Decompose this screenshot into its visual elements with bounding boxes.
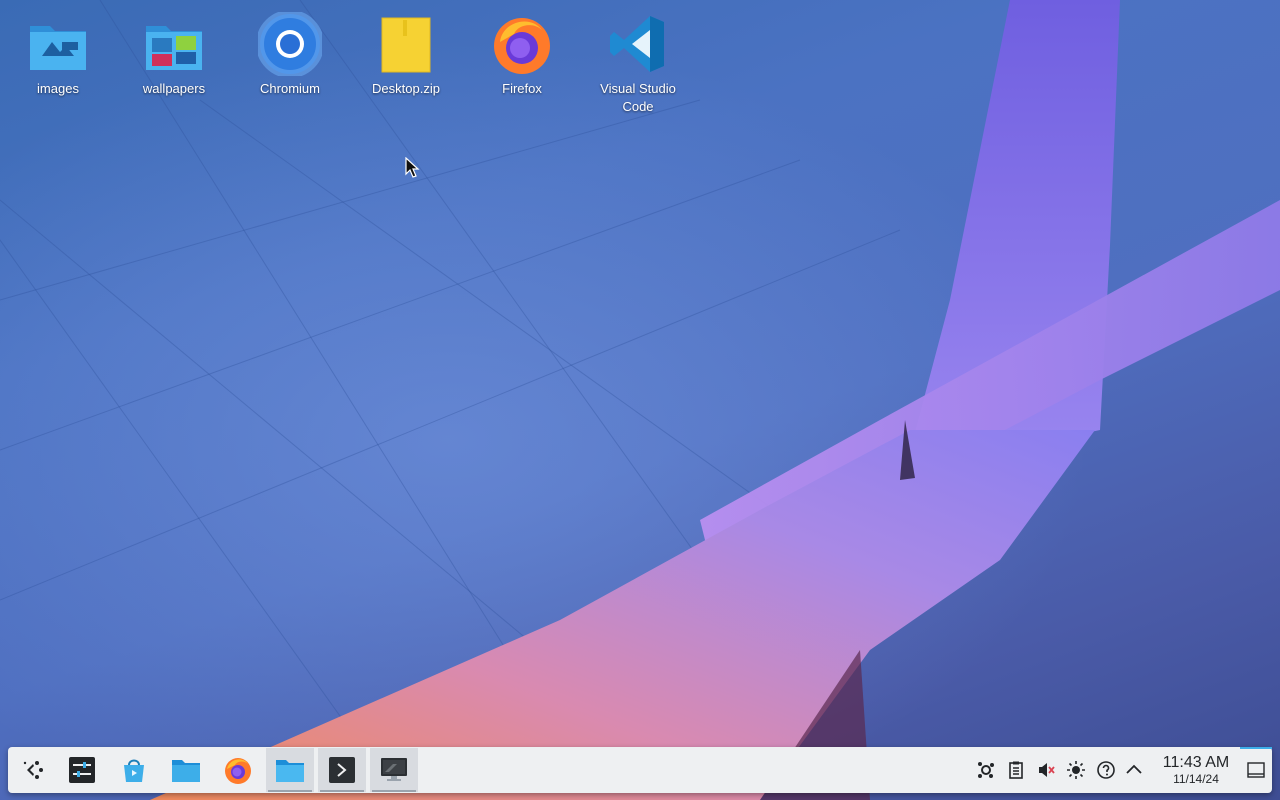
file-manager-window-icon bbox=[276, 760, 304, 782]
mouse-cursor-icon bbox=[405, 157, 420, 178]
vscode-icon bbox=[610, 16, 664, 72]
taskbar-window-konsole[interactable] bbox=[318, 748, 366, 792]
desktop-icon-images[interactable]: images bbox=[3, 6, 113, 98]
discover-store-icon bbox=[124, 759, 144, 782]
brightness-icon[interactable] bbox=[1066, 760, 1086, 780]
digital-clock[interactable]: 11:43 AM 11/14/24 bbox=[1152, 754, 1240, 786]
desktop-icon-label: Visual Studio Code bbox=[600, 81, 676, 114]
konsole-terminal-icon bbox=[329, 757, 355, 783]
firefox-icon bbox=[494, 18, 550, 74]
accent-indicator bbox=[1240, 747, 1272, 749]
desktop-icon-firefox[interactable]: Firefox bbox=[467, 6, 577, 98]
desktop-icon-vscode[interactable]: Visual Studio Code bbox=[583, 6, 693, 116]
clock-date: 11/14/24 bbox=[1173, 772, 1219, 786]
clock-time: 11:43 AM bbox=[1162, 754, 1230, 771]
taskbar-file-manager[interactable] bbox=[162, 748, 210, 792]
taskbar-window-screen[interactable] bbox=[370, 748, 418, 792]
taskbar-discover[interactable] bbox=[110, 748, 158, 792]
application-launcher-button[interactable] bbox=[10, 748, 58, 792]
desktop-icon-label: images bbox=[37, 81, 79, 96]
taskbar-firefox[interactable] bbox=[214, 748, 262, 792]
desktop-icon-chromium[interactable]: Chromium bbox=[235, 6, 345, 98]
kde-connect-icon[interactable] bbox=[976, 760, 996, 780]
desktop-icon-label: Firefox bbox=[502, 81, 542, 96]
taskbar-panel: 11:43 AM 11/14/24 bbox=[8, 747, 1272, 793]
desktop-icon-wallpapers[interactable]: wallpapers bbox=[119, 6, 229, 98]
taskbar-window-file-manager[interactable] bbox=[266, 748, 314, 792]
chromium-icon bbox=[258, 12, 322, 76]
application-launcher-icon bbox=[23, 761, 43, 779]
dolphin-file-manager-icon bbox=[172, 760, 200, 782]
folder-images-icon bbox=[30, 26, 86, 70]
zip-archive-icon bbox=[381, 17, 431, 73]
folder-wallpapers-icon bbox=[146, 26, 202, 70]
taskbar-system-settings[interactable] bbox=[58, 748, 106, 792]
help-icon[interactable] bbox=[1096, 760, 1116, 780]
show-desktop-icon bbox=[1247, 762, 1265, 778]
clipboard-icon[interactable] bbox=[1006, 760, 1026, 780]
desktop-icon-label: Chromium bbox=[260, 81, 320, 96]
firefox-icon bbox=[225, 758, 251, 784]
show-desktop-button[interactable] bbox=[1240, 747, 1272, 793]
system-settings-icon bbox=[69, 757, 95, 783]
wallpaper bbox=[0, 0, 1280, 800]
volume-muted-icon[interactable] bbox=[1036, 760, 1056, 780]
screen-window-icon bbox=[381, 758, 407, 781]
desktop-icon-desktop-zip[interactable]: Desktop.zip bbox=[351, 6, 461, 98]
desktop-icon-label: wallpapers bbox=[142, 81, 206, 96]
chevron-up-icon[interactable] bbox=[1124, 760, 1144, 780]
desktop-icon-label: Desktop.zip bbox=[372, 81, 440, 96]
